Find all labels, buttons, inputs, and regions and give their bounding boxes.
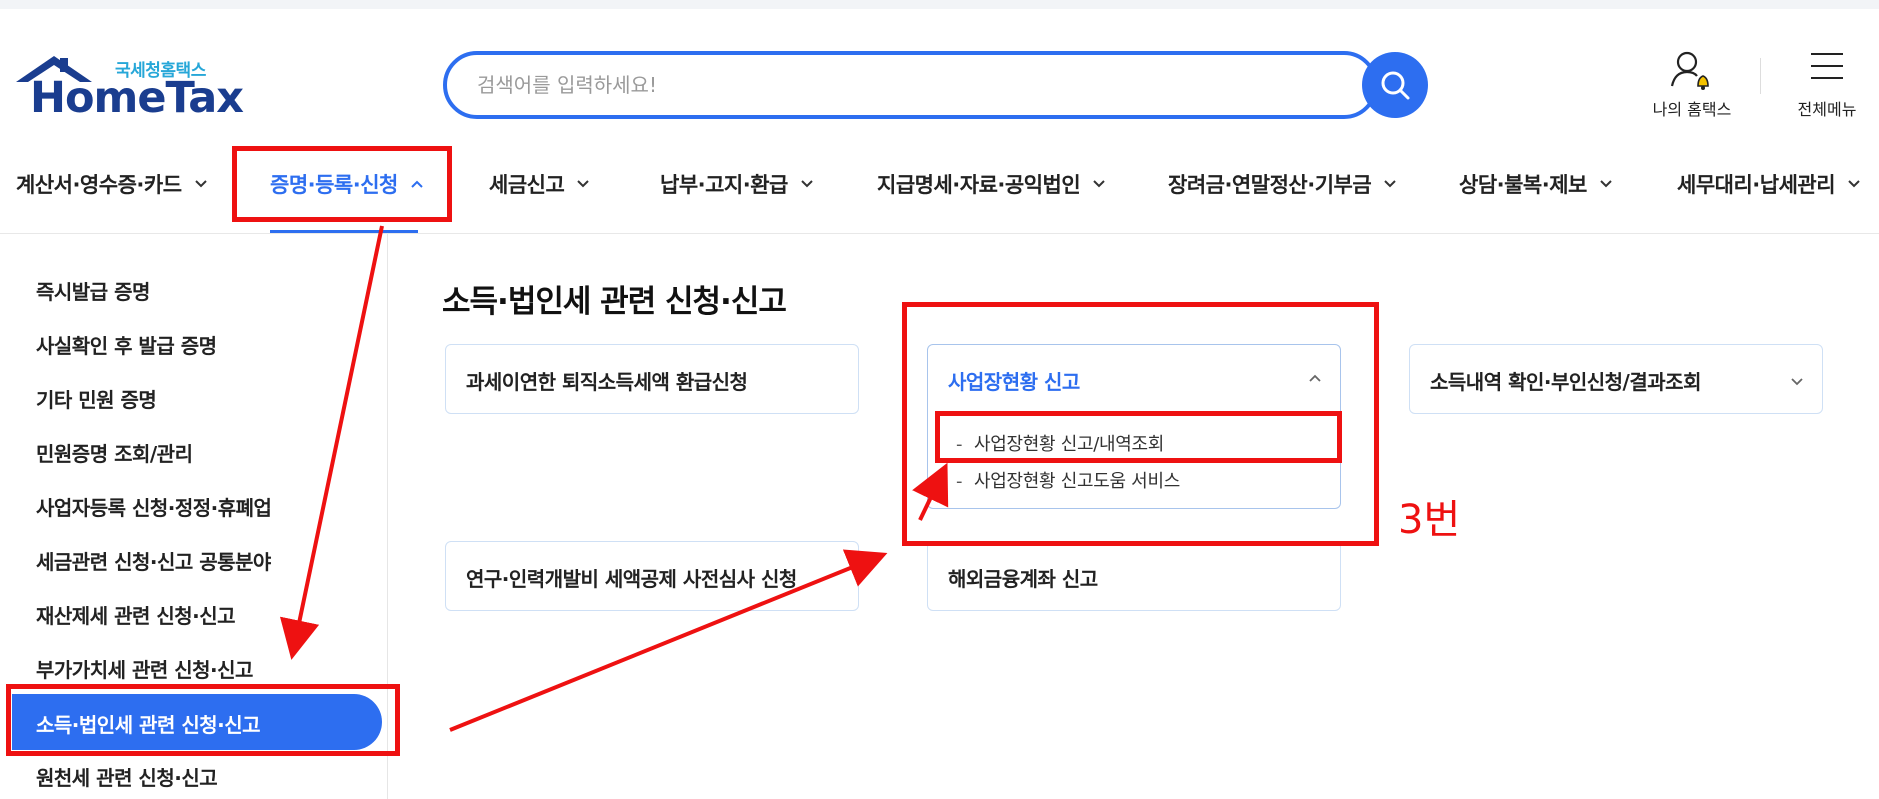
gnb-item-payment[interactable]: 납부·고지·환급	[660, 164, 814, 204]
user-bell-icon	[1670, 51, 1709, 90]
header-divider	[1760, 58, 1761, 94]
step-annotation-label: 3번	[1398, 497, 1461, 543]
card-retirement-refund[interactable]: 과세이연한 퇴직소득세액 환급신청	[445, 344, 859, 414]
gnb-label: 장려금·연말정산·기부금	[1168, 173, 1372, 197]
card-overseas-account[interactable]: 해외금융계좌 신고	[927, 541, 1341, 611]
gnb-item-incentive[interactable]: 장려금·연말정산·기부금	[1168, 164, 1397, 204]
card-label: 해외금융계좌 신고	[948, 567, 1098, 591]
sidebar-item-common[interactable]: 세금관련 신청·신고 공통분야	[36, 546, 271, 575]
sidebar-item-fact-check-cert[interactable]: 사실확인 후 발급 증명	[36, 330, 217, 359]
logo-title: HomeTax	[30, 73, 244, 123]
top-strip	[0, 0, 1879, 9]
all-menu-button[interactable]: 전체메뉴	[1787, 48, 1867, 119]
hometax-logo[interactable]: 국세청홈택스 HomeTax	[14, 52, 244, 122]
all-menu-label: 전체메뉴	[1797, 100, 1857, 119]
sidebar-item-other-cert[interactable]: 기타 민원 증명	[36, 384, 157, 413]
page-title: 소득·법인세 관련 신청·신고	[442, 284, 787, 320]
chevron-down-icon	[1848, 180, 1860, 188]
sidebar-item-property-tax[interactable]: 재산제세 관련 신청·신고	[36, 600, 236, 629]
gnb-label: 납부·고지·환급	[660, 173, 788, 197]
search-icon	[1381, 71, 1410, 100]
hamburger-icon	[1811, 53, 1843, 79]
card-rnd-tax-credit[interactable]: 연구·인력개발비 세액공제 사전심사 신청	[445, 541, 859, 611]
gnb-label: 세금신고	[489, 173, 565, 197]
gnb-item-tax-filing[interactable]: 세금신고	[489, 164, 590, 204]
gnb-label: 지급명세·자료·공익법인	[877, 173, 1081, 197]
gnb-label: 세무대리·납세관리	[1677, 173, 1836, 197]
sidebar-item-withholding[interactable]: 원천세 관련 신청·신고	[36, 762, 218, 791]
search-button[interactable]	[1362, 52, 1428, 118]
chevron-down-icon	[801, 180, 813, 188]
my-hometax-button[interactable]: 나의 홈택스	[1642, 48, 1742, 119]
chevron-down-icon	[1093, 180, 1105, 188]
gnb-item-invoice[interactable]: 계산서·영수증·카드	[16, 164, 208, 204]
gnb-item-consult[interactable]: 상담·불복·제보	[1459, 164, 1613, 204]
sidebar-item-business-register[interactable]: 사업자등록 신청·정정·휴폐업	[36, 492, 272, 521]
chevron-down-icon	[1600, 180, 1612, 188]
gnb-item-agent[interactable]: 세무대리·납세관리	[1677, 164, 1861, 204]
sidebar-item-instant-cert[interactable]: 즉시발급 증명	[36, 276, 150, 305]
card-label: 과세이연한 퇴직소득세액 환급신청	[466, 370, 748, 394]
my-hometax-label: 나의 홈택스	[1652, 100, 1732, 119]
chevron-down-icon	[1384, 180, 1396, 188]
search-box	[443, 51, 1378, 119]
gnb-label: 상담·불복·제보	[1459, 173, 1587, 197]
chevron-down-icon	[1791, 378, 1803, 386]
gnb-item-payment-statement[interactable]: 지급명세·자료·공익법인	[877, 164, 1106, 204]
gnb-label: 계산서·영수증·카드	[16, 173, 182, 197]
sidebar-item-cert-manage[interactable]: 민원증명 조회/관리	[36, 438, 193, 467]
highlight-box-gnb	[232, 146, 452, 222]
chevron-down-icon	[194, 180, 207, 188]
highlight-box-sub-item	[935, 411, 1342, 463]
card-label: 연구·인력개발비 세액공제 사전심사 신청	[466, 567, 797, 591]
card-income-history[interactable]: 소득내역 확인·부인신청/결과조회	[1409, 344, 1823, 414]
chevron-down-icon	[577, 180, 589, 188]
sidebar-item-vat[interactable]: 부가가치세 관련 신청·신고	[36, 654, 253, 683]
search-input[interactable]	[477, 67, 1357, 103]
card-label: 소득내역 확인·부인신청/결과조회	[1430, 370, 1701, 394]
highlight-box-sidebar	[6, 684, 400, 756]
